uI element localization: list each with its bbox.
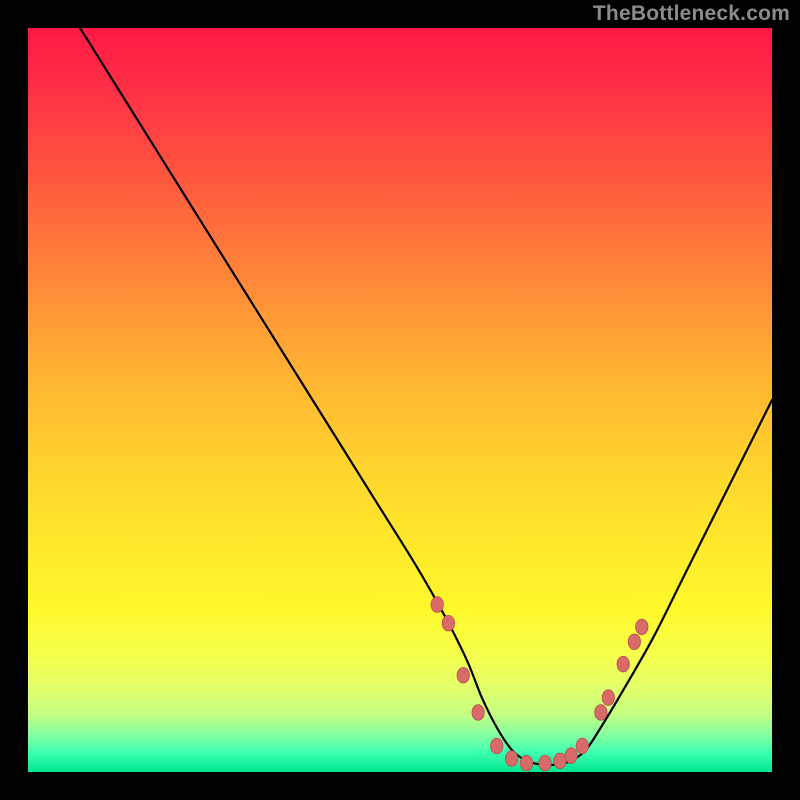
- chart-stage: TheBottleneck.com: [0, 0, 800, 800]
- watermark-text: TheBottleneck.com: [593, 2, 790, 26]
- curve-marker: [505, 751, 517, 767]
- curve-marker: [617, 656, 629, 672]
- curve-marker: [576, 738, 588, 754]
- curve-marker: [431, 597, 443, 613]
- curve-marker: [602, 690, 614, 706]
- curve-marker: [554, 753, 566, 769]
- curve-marker: [472, 705, 484, 721]
- curve-marker: [565, 748, 577, 764]
- curve-marker: [457, 667, 469, 683]
- curve-marker: [539, 755, 551, 771]
- bottleneck-curve: [80, 28, 772, 765]
- curve-marker: [636, 619, 648, 635]
- curve-marker: [595, 705, 607, 721]
- curve-marker: [628, 634, 640, 650]
- chart-svg: [28, 28, 772, 772]
- chart-plot-area: [28, 28, 772, 772]
- curve-marker: [442, 615, 454, 631]
- curve-marker: [491, 738, 503, 754]
- curve-marker: [520, 755, 532, 771]
